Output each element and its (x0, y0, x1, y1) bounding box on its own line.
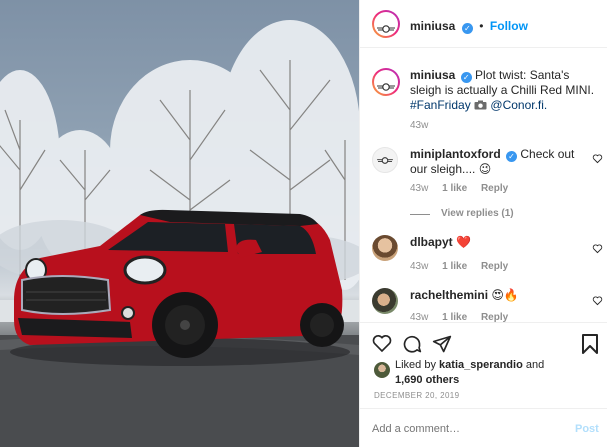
likes-prefix: Liked by (395, 359, 436, 371)
post-photo[interactable] (0, 0, 359, 447)
add-comment-input[interactable] (372, 419, 562, 439)
comment-time: 43w (410, 261, 429, 272)
post-comment-button[interactable]: Post (575, 423, 599, 435)
caption-time: 43w (410, 120, 429, 131)
camera-icon (474, 99, 487, 110)
comment-1: miniplantoxford ✓ Check out our sleigh..… (410, 147, 590, 177)
heart-outline-icon[interactable] (592, 243, 603, 254)
comment-3: rachelthemini 😍🔥 (410, 288, 519, 303)
replies-divider (410, 214, 430, 215)
reply-button[interactable]: Reply (481, 183, 508, 194)
bookmark-icon[interactable] (582, 334, 598, 354)
header-separator: • (479, 19, 484, 33)
liker-avatar[interactable] (374, 362, 390, 378)
comment-text: ❤️ (456, 235, 471, 249)
mini-logo-icon (377, 156, 393, 164)
heart-outline-icon[interactable] (592, 153, 603, 164)
caption: miniusa ✓ Plot twist: Santa's sleigh is … (410, 68, 600, 113)
comment-likes[interactable]: 1 like (442, 261, 467, 272)
heart-outline-icon[interactable] (592, 295, 603, 306)
share-icon[interactable] (432, 334, 452, 354)
comment-likes[interactable]: 1 like (442, 183, 467, 194)
post-date[interactable]: DECEMBER 20, 2019 (374, 391, 460, 400)
likes-summary: Liked by katia_sperandio and (395, 358, 600, 373)
verified-badge-icon: ✓ (460, 72, 472, 83)
comment-username[interactable]: miniplantoxford (410, 147, 501, 161)
avatar[interactable] (372, 10, 400, 38)
comment-meta: 43w 1 like Reply (410, 183, 508, 194)
comment-avatar[interactable] (372, 147, 398, 173)
caption-mention[interactable]: @Conor.fi. (490, 98, 547, 112)
comment-avatar[interactable] (372, 288, 398, 314)
view-replies-button[interactable]: View replies (1) (441, 208, 514, 219)
likes-and: and (525, 359, 545, 371)
like-heart-icon[interactable] (372, 334, 392, 353)
caption-hashtag[interactable]: #FanFriday (410, 98, 471, 112)
likes-count[interactable]: 1,690 others (395, 373, 459, 388)
comment-icon[interactable] (402, 334, 422, 354)
photo-illustration (0, 20, 359, 447)
caption-avatar[interactable] (372, 68, 400, 96)
header-username[interactable]: miniusa (410, 19, 455, 33)
comment-username[interactable]: dlbapyt (410, 235, 453, 249)
follow-button[interactable]: Follow (490, 19, 528, 33)
mini-logo-icon (377, 20, 395, 33)
caption-username[interactable]: miniusa (410, 68, 455, 82)
verified-badge-icon: ✓ (506, 151, 518, 162)
mini-logo-icon (377, 78, 395, 91)
comment-text: 😍🔥 (491, 288, 519, 302)
comment-time: 43w (410, 183, 429, 194)
comment-username[interactable]: rachelthemini (410, 288, 488, 302)
verified-badge-icon: ✓ (461, 23, 473, 34)
likes-user[interactable]: katia_sperandio (439, 359, 523, 371)
post-sidebar: miniusa ✓ • Follow miniusa ✓ Plot twist:… (359, 0, 607, 447)
reply-button[interactable]: Reply (481, 261, 508, 272)
instagram-post: miniusa ✓ • Follow miniusa ✓ Plot twist:… (0, 0, 607, 447)
post-header: miniusa ✓ • Follow (360, 0, 607, 48)
comment-2: dlbapyt ❤️ (410, 235, 471, 250)
comment-avatar[interactable] (372, 235, 398, 261)
add-comment-bar: Post (360, 408, 607, 447)
comment-meta: 43w 1 like Reply (410, 261, 508, 272)
